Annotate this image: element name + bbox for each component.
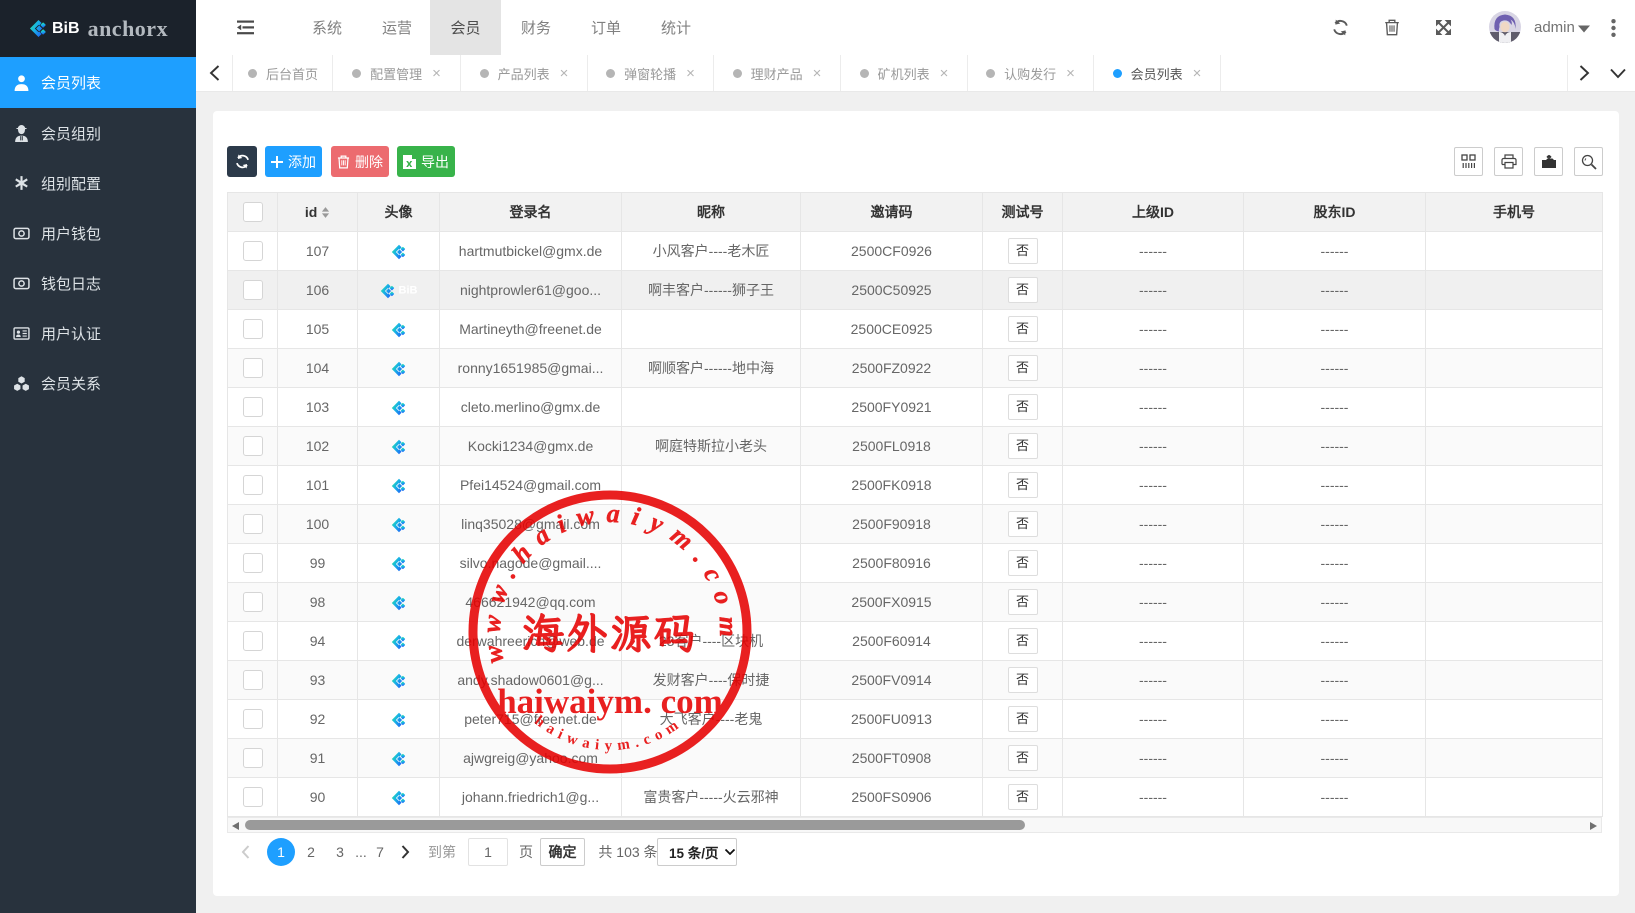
svg-text:haiwaiym. com: haiwaiym. com xyxy=(497,682,723,721)
svg-text:海外源码: 海外源码 xyxy=(522,605,698,660)
